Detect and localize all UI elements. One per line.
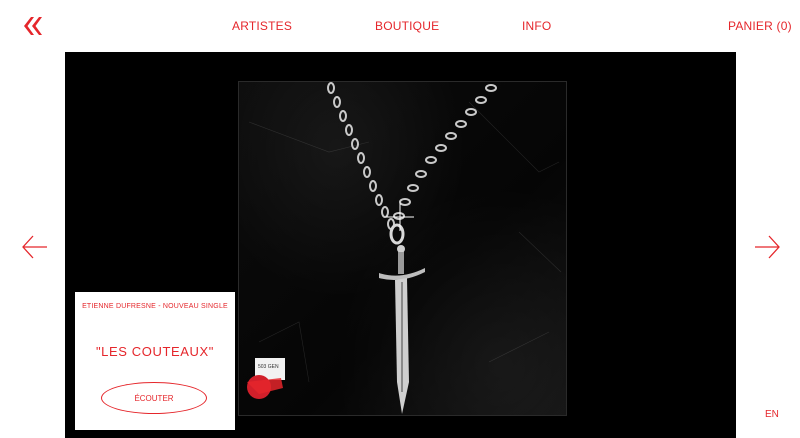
nav-cart[interactable]: PANIER (0)	[728, 19, 792, 33]
prev-slide-button[interactable]	[20, 232, 50, 262]
arrow-left-icon	[22, 235, 47, 259]
nav-artists[interactable]: ARTISTES	[232, 19, 292, 33]
language-switch[interactable]: EN	[765, 409, 779, 420]
promo-title: "LES COUTEAUX"	[95, 344, 215, 359]
nav-info[interactable]: INFO	[522, 19, 551, 33]
promo-card: ETIENNE DUFRESNE - NOUVEAU SINGLE "LES C…	[75, 292, 235, 430]
sword-pendant-image: 503 GEN	[247, 82, 562, 414]
listen-button[interactable]: ÉCOUTER	[101, 382, 207, 414]
logo[interactable]	[20, 14, 44, 38]
promo-kicker: ETIENNE DUFRESNE - NOUVEAU SINGLE	[82, 303, 228, 310]
album-cover: 503 GEN	[238, 81, 567, 416]
arrow-right-icon	[755, 235, 780, 259]
nav-shop[interactable]: BOUTIQUE	[375, 19, 439, 33]
sticker-code: 503 GEN	[258, 364, 279, 370]
next-slide-button[interactable]	[752, 232, 782, 262]
double-chevron-logo-icon	[24, 17, 42, 35]
